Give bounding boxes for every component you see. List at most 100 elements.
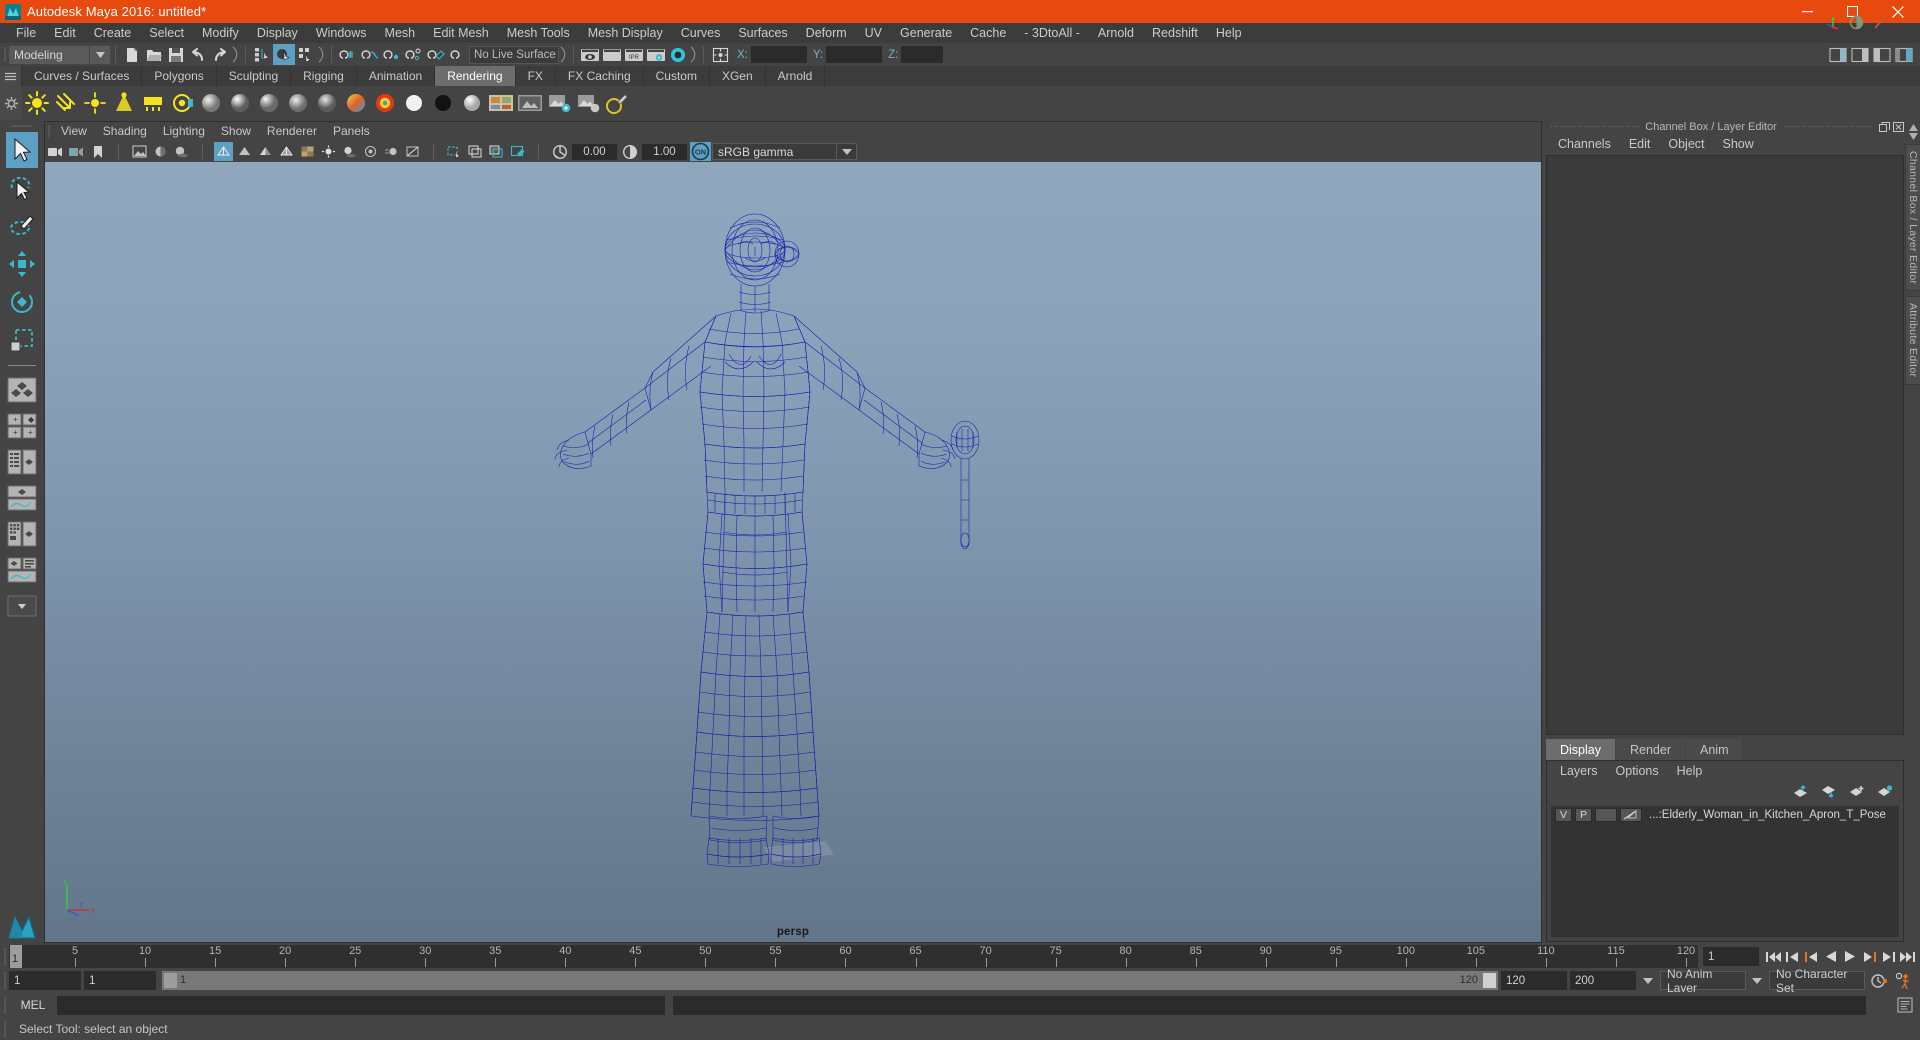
xray-active-components-icon[interactable] <box>487 142 506 161</box>
show-hide-channel-box-icon[interactable] <box>1893 44 1915 65</box>
time-slider-track[interactable]: 1 51015202530354045505560657075808590951… <box>9 945 1698 968</box>
outliner-persp-layout-icon[interactable] <box>4 445 40 479</box>
persp-graph-layout-icon[interactable] <box>4 481 40 515</box>
redo-icon[interactable] <box>209 44 231 65</box>
step-back-key-icon[interactable] <box>1803 947 1821 966</box>
menu-generate[interactable]: Generate <box>891 23 961 43</box>
surface-shader-white-icon[interactable] <box>400 90 427 117</box>
wireframe-on-shaded-icon[interactable] <box>277 142 296 161</box>
show-menu[interactable]: Show <box>1714 133 1763 155</box>
menu-select[interactable]: Select <box>140 23 193 43</box>
menu-mesh[interactable]: Mesh <box>376 23 425 43</box>
smooth-shade-all-icon[interactable] <box>235 142 254 161</box>
current-time-indicator[interactable]: 1 <box>10 945 22 968</box>
channel-box-restore-icon[interactable] <box>1878 121 1890 132</box>
shelf-tab-rigging[interactable]: Rigging <box>291 66 357 86</box>
snap-to-curve-icon[interactable] <box>359 44 381 65</box>
layer-shading-toggle[interactable] <box>1595 808 1617 822</box>
coord-y-field[interactable] <box>826 46 882 63</box>
ipr-render-icon[interactable]: IPR <box>623 44 645 65</box>
layer-name[interactable]: ...:Elderly_Woman_in_Kitchen_Apron_T_Pos… <box>1649 809 1886 821</box>
shelf-tab-xgen[interactable]: XGen <box>710 66 766 86</box>
move-layer-down-icon[interactable] <box>1821 785 1837 801</box>
blinn-material-icon[interactable] <box>226 90 253 117</box>
menu-surfaces[interactable]: Surfaces <box>729 23 796 43</box>
gamma-icon[interactable] <box>620 142 639 161</box>
ambient-light-icon[interactable] <box>23 90 50 117</box>
live-surface-field[interactable]: No Live Surface <box>469 46 559 64</box>
viewport-menubar-grip[interactable] <box>45 122 53 141</box>
help-line-grip[interactable] <box>0 1017 9 1040</box>
anisotropic-material-icon[interactable] <box>313 90 340 117</box>
make-live-icon[interactable] <box>447 44 469 65</box>
coord-z-field[interactable] <box>901 46 943 63</box>
menu-edit[interactable]: Edit <box>45 23 85 43</box>
hypershade-icon[interactable] <box>667 44 689 65</box>
shelf-tab-sculpting[interactable]: Sculpting <box>217 66 291 86</box>
four-view-layout-icon[interactable]: +◆++ <box>4 409 40 443</box>
step-forward-frame-icon[interactable] <box>1879 947 1897 966</box>
hypershade-persp-layout-icon[interactable] <box>4 517 40 551</box>
mel-label[interactable]: MEL <box>9 998 57 1012</box>
select-by-component-icon[interactable] <box>295 44 317 65</box>
color-management-toggle-icon[interactable]: ON <box>690 142 711 161</box>
move-layer-up-icon[interactable] <box>1793 785 1809 801</box>
use-all-lights-icon[interactable] <box>319 142 338 161</box>
rail-channel-box-label[interactable]: Channel Box / Layer Editor <box>1905 144 1920 291</box>
command-output-field[interactable] <box>673 996 1866 1015</box>
motion-blur-icon[interactable] <box>382 142 401 161</box>
tab-display[interactable]: Display <box>1546 739 1615 760</box>
menu-windows[interactable]: Windows <box>307 23 376 43</box>
select-by-object-icon[interactable] <box>273 44 295 65</box>
toggle-geometry-icon[interactable] <box>545 90 572 117</box>
snap-to-point-icon[interactable] <box>381 44 403 65</box>
command-line-grip[interactable] <box>0 993 9 1018</box>
anim-layer-select[interactable]: No Anim Layer <box>1660 971 1746 990</box>
viewport-menu-panels[interactable]: Panels <box>325 122 378 141</box>
range-bar[interactable]: 1 120 <box>162 971 1498 990</box>
animation-preferences-icon[interactable] <box>1891 971 1915 990</box>
toggle-lights-icon[interactable] <box>574 90 601 117</box>
range-slider-grip[interactable] <box>0 968 9 993</box>
viewport-menu-shading[interactable]: Shading <box>95 122 155 141</box>
character-set-select[interactable]: No Character Set <box>1769 971 1865 990</box>
paint-select-tool[interactable] <box>6 208 38 244</box>
show-hide-attribute-editor-icon[interactable] <box>1849 44 1871 65</box>
auto-keyframe-icon[interactable] <box>1867 971 1891 990</box>
shelf-tab-custom[interactable]: Custom <box>644 66 710 86</box>
shelf-tab-rendering[interactable]: Rendering <box>435 66 515 86</box>
shelf-tab-curves-surfaces[interactable]: Curves / Surfaces <box>22 66 142 86</box>
lambert-material-icon[interactable] <box>197 90 224 117</box>
shelf-tab-fx-caching[interactable]: FX Caching <box>556 66 644 86</box>
surface-shader-black-icon[interactable] <box>429 90 456 117</box>
viewport-3d-canvas[interactable]: y x z persp <box>45 162 1541 942</box>
xray-icon[interactable] <box>445 142 464 161</box>
menu-set-selector[interactable]: Modeling <box>9 46 89 64</box>
viewport-menu-lighting[interactable]: Lighting <box>155 122 213 141</box>
toolbar-collapse-handle-2[interactable] <box>317 45 326 64</box>
area-light-icon[interactable] <box>139 90 166 117</box>
exposure-icon[interactable] <box>550 142 569 161</box>
menu-curves[interactable]: Curves <box>672 23 730 43</box>
two-sided-lighting-icon[interactable] <box>151 142 170 161</box>
menu-display[interactable]: Display <box>248 23 307 43</box>
attribute-editor-toggle-icon[interactable] <box>1872 14 1888 33</box>
menu-cache[interactable]: Cache <box>961 23 1015 43</box>
menu-3dtoall[interactable]: - 3DtoAll - <box>1015 23 1089 43</box>
current-frame-field[interactable]: 1 <box>1703 947 1759 966</box>
range-end-field[interactable]: 120 <box>1501 971 1567 990</box>
toolbar-collapse-handle-4[interactable] <box>689 45 698 64</box>
color-profile-chevron-down-icon[interactable] <box>837 143 857 160</box>
go-to-end-icon[interactable] <box>1898 947 1916 966</box>
range-start-field[interactable]: 1 <box>84 971 156 990</box>
menu-uv[interactable]: UV <box>856 23 891 43</box>
open-scene-icon[interactable] <box>143 44 165 65</box>
ambient-occlusion-icon[interactable] <box>361 142 380 161</box>
textured-icon[interactable] <box>298 142 317 161</box>
layer-list[interactable]: V P ...:Elderly_Woman_in_Kitchen_Apron_T… <box>1551 806 1899 937</box>
input-output-connections-icon[interactable] <box>709 44 731 65</box>
menu-help[interactable]: Help <box>1207 23 1251 43</box>
time-slider-grip[interactable] <box>0 944 9 969</box>
save-scene-icon[interactable] <box>165 44 187 65</box>
undo-icon[interactable] <box>187 44 209 65</box>
